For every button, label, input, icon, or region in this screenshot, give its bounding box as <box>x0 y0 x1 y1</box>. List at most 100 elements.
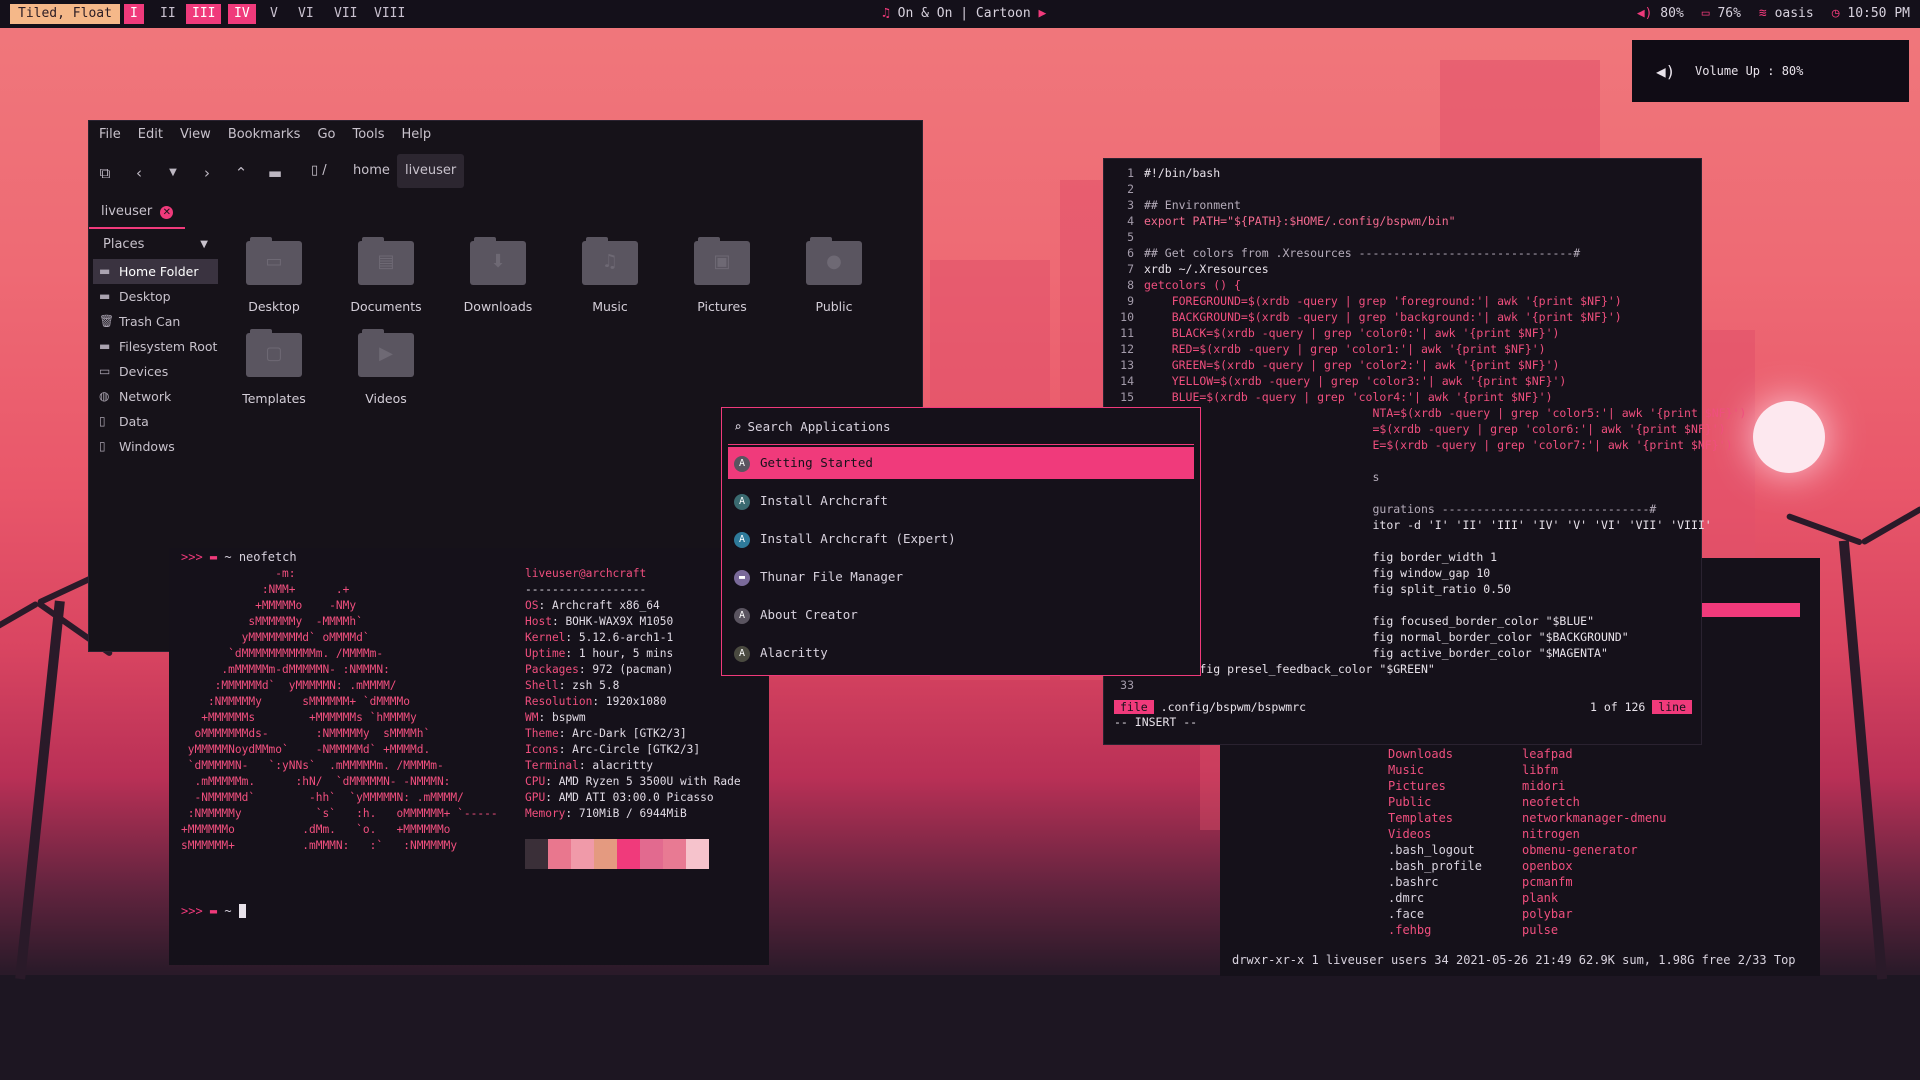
menu-edit[interactable]: Edit <box>138 121 163 149</box>
listing-entry[interactable]: Videos <box>1388 826 1482 842</box>
history-dropdown-icon[interactable]: ▼ <box>159 159 187 187</box>
play-icon[interactable]: ▶ <box>1039 6 1047 21</box>
menu-go[interactable]: Go <box>317 121 335 149</box>
battery-icon: ▭ <box>1701 6 1710 21</box>
breadcrumb-root[interactable]: ▯ / <box>303 154 335 188</box>
info-row: Packages: 972 (pacman) <box>525 663 674 676</box>
file-item-pictures[interactable]: ▣ Pictures <box>672 237 772 314</box>
listing-entry[interactable]: .bash_profile <box>1388 858 1482 874</box>
code-line: 4 export PATH="${PATH}:$HOME/.config/bspw… <box>1112 213 1456 229</box>
file-item-public[interactable]: ● Public <box>784 237 884 314</box>
tab-liveuser[interactable]: liveuser ✕ <box>89 197 186 229</box>
listing-entry[interactable]: Downloads <box>1388 746 1482 762</box>
code-text: ## Environment <box>1144 198 1241 212</box>
network-module[interactable]: ≋ oasis <box>1759 0 1814 28</box>
sidebar-item-filesystem[interactable]: ▬ Filesystem Root <box>93 334 218 359</box>
music-module[interactable]: ♫ On & On | Cartoon ▶ <box>882 0 1046 28</box>
file-item-music[interactable]: ♫ Music <box>560 237 660 314</box>
listing-entry[interactable]: Pictures <box>1388 778 1482 794</box>
listing-entry[interactable]: Templates <box>1388 810 1482 826</box>
launcher-item-thunar[interactable]: ▬ Thunar File Manager <box>728 561 1194 593</box>
chevron-down-icon[interactable]: ▼ <box>200 231 208 259</box>
sidebar-item-data[interactable]: ▯ Data <box>93 409 218 434</box>
templates-folder-icon: ▢ <box>246 329 302 379</box>
volume-notification[interactable]: ◀) Volume Up : 80% <box>1632 40 1909 102</box>
file-item-templates[interactable]: ▢ Templates <box>224 329 324 406</box>
workspace-2[interactable]: II <box>154 4 182 24</box>
folder-toggle-icon[interactable]: ▬ <box>261 159 289 187</box>
listing-entry[interactable]: neofetch <box>1522 794 1667 810</box>
menu-bookmarks[interactable]: Bookmarks <box>228 121 301 149</box>
sidebar-item-network[interactable]: ◍ Network <box>93 384 218 409</box>
sidebar-item-trash[interactable]: 🗑 Trash Can <box>93 309 218 334</box>
launcher-item-alacritty[interactable]: A Alacritty <box>728 637 1194 669</box>
file-item-documents[interactable]: ▤ Documents <box>336 237 436 314</box>
listing-entry[interactable]: Public <box>1388 794 1482 810</box>
line-number: 5 <box>1127 230 1134 244</box>
back-icon[interactable]: ‹ <box>125 159 153 187</box>
listing-entry[interactable]: .bash_logout <box>1388 842 1482 858</box>
breadcrumb-home[interactable]: home <box>345 154 398 188</box>
monitor-icon: ▭ <box>99 364 111 378</box>
layout-indicator[interactable]: Tiled, Float <box>10 4 120 24</box>
code-text: export PATH="${PATH}:$HOME/.config/bspwm… <box>1144 214 1456 228</box>
volume-module[interactable]: ◀) 80% <box>1637 0 1684 28</box>
launcher-item-getting-started[interactable]: A Getting Started <box>728 447 1194 479</box>
code-text: xrdb ~/.Xresources <box>1144 262 1269 276</box>
sidebar-item-devices[interactable]: ▭ Devices <box>93 359 218 384</box>
listing-entry[interactable]: pcmanfm <box>1522 874 1667 890</box>
file-item-videos[interactable]: ▶ Videos <box>336 329 436 406</box>
places-header[interactable]: Places ▼ <box>93 231 218 259</box>
listing-entry[interactable]: nitrogen <box>1522 826 1667 842</box>
forward-icon[interactable]: › <box>193 159 221 187</box>
breadcrumb-liveuser[interactable]: liveuser <box>397 154 465 188</box>
sidebar-item-home[interactable]: ▬ Home Folder <box>93 259 218 284</box>
listing-entry[interactable]: openbox <box>1522 858 1667 874</box>
file-item-desktop[interactable]: ▭ Desktop <box>224 237 324 314</box>
clock-module[interactable]: ◷ 10:50 PM <box>1832 0 1910 28</box>
listing-entry[interactable]: networkmanager-dmenu <box>1522 810 1667 826</box>
close-tab-icon[interactable]: ✕ <box>160 206 174 219</box>
sidebar-item-desktop[interactable]: ▬ Desktop <box>93 284 218 309</box>
line-number: 7 <box>1127 262 1134 276</box>
listing-entry[interactable]: midori <box>1522 778 1667 794</box>
listing-entry[interactable]: plank <box>1522 890 1667 906</box>
neofetch-terminal[interactable]: >>> ▬ ~ neofetch -m: :NMM+ .+ +MMMMMo -N… <box>169 548 769 965</box>
workspace-6[interactable]: VI <box>292 4 320 24</box>
file-item-downloads[interactable]: ⬇ Downloads <box>448 237 548 314</box>
info-row: Kernel: 5.12.6-arch1-1 <box>525 631 674 644</box>
code-text: GREEN=$(xrdb -query | grep 'color2:'| aw… <box>1144 358 1560 372</box>
new-tab-icon[interactable]: ⧉ <box>91 159 119 187</box>
listing-entry[interactable]: obmenu-generator <box>1522 842 1667 858</box>
menu-tools[interactable]: Tools <box>352 121 384 149</box>
up-icon[interactable]: ⌃ <box>227 159 255 187</box>
workspace-8[interactable]: VIII <box>368 4 411 24</box>
launcher-item-install[interactable]: A Install Archcraft <box>728 485 1194 517</box>
launcher-search[interactable]: ⌕ Search Applications <box>728 410 1194 445</box>
listing-entry[interactable]: .bashrc <box>1388 874 1482 890</box>
listing-entry[interactable]: pulse <box>1522 922 1667 938</box>
listing-entry[interactable]: .face <box>1388 906 1482 922</box>
listing-entry[interactable]: .fehbg <box>1388 922 1482 938</box>
listing-entry[interactable]: Music <box>1388 762 1482 778</box>
menu-file[interactable]: File <box>99 121 121 149</box>
launcher-item-install-expert[interactable]: A Install Archcraft (Expert) <box>728 523 1194 555</box>
menu-view[interactable]: View <box>180 121 211 149</box>
listing-entry[interactable]: libfm <box>1522 762 1667 778</box>
listing-entry[interactable]: leafpad <box>1522 746 1667 762</box>
launcher-item-about[interactable]: A About Creator <box>728 599 1194 631</box>
workspace-1[interactable]: I <box>124 4 144 24</box>
workspace-5[interactable]: V <box>264 4 284 24</box>
sidebar-item-windows[interactable]: ▯ Windows <box>93 434 218 459</box>
folder-icon: ▬ <box>209 904 218 918</box>
menu-help[interactable]: Help <box>402 121 432 149</box>
listing-entry[interactable]: .dmrc <box>1388 890 1482 906</box>
battery-module: ▭ 76% <box>1702 0 1741 28</box>
workspace-4[interactable]: IV <box>228 4 256 24</box>
folder-icon: ▬ <box>209 550 218 564</box>
code-line: 12 RED=$(xrdb -query | grep 'color1:'| a… <box>1112 341 1545 357</box>
listing-entry[interactable]: polybar <box>1522 906 1667 922</box>
workspace-3[interactable]: III <box>186 4 222 24</box>
workspace-7[interactable]: VII <box>328 4 363 24</box>
code-line: 15 BLUE=$(xrdb -query | grep 'color4:'| … <box>1112 389 1552 405</box>
